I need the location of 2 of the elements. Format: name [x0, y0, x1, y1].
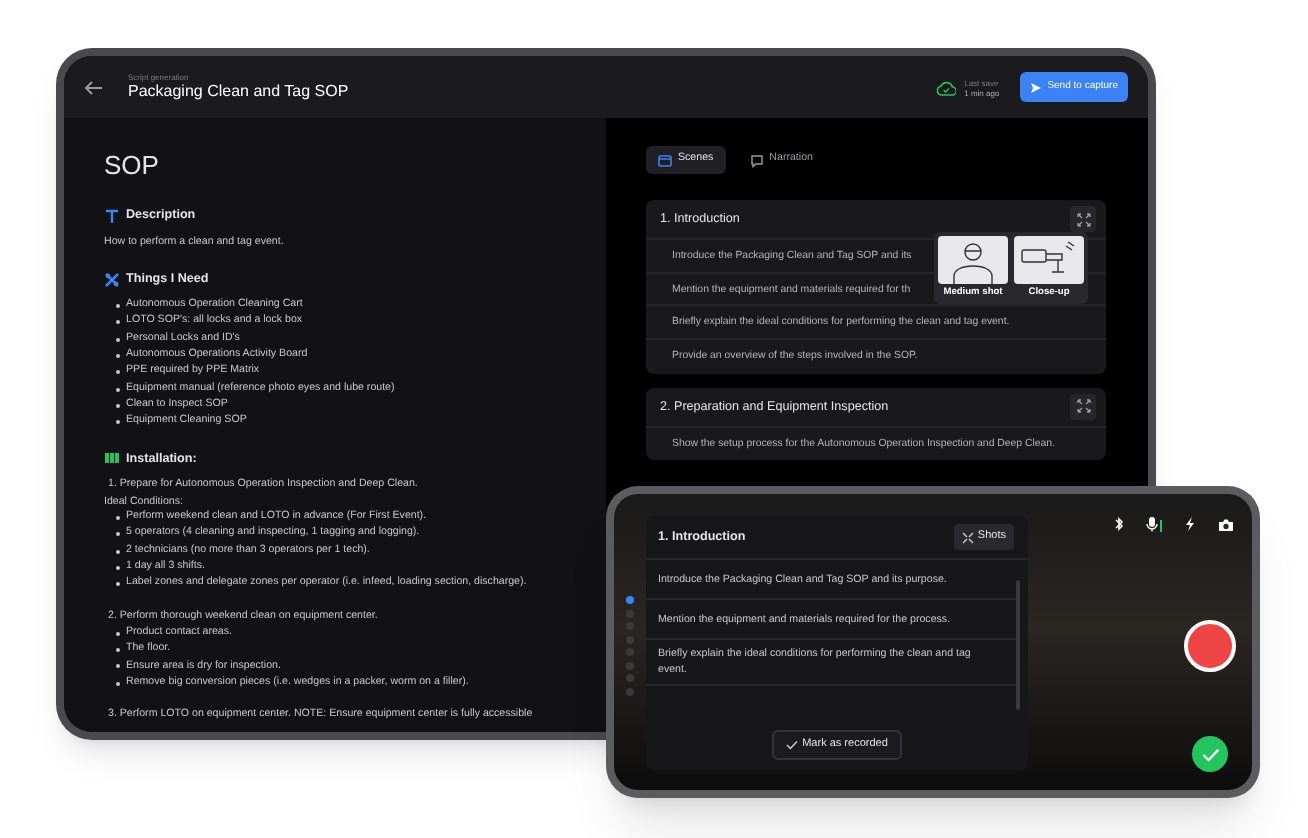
page-title: Packaging Clean and Tag SOP — [128, 82, 349, 102]
document-heading: SOP — [104, 150, 161, 182]
